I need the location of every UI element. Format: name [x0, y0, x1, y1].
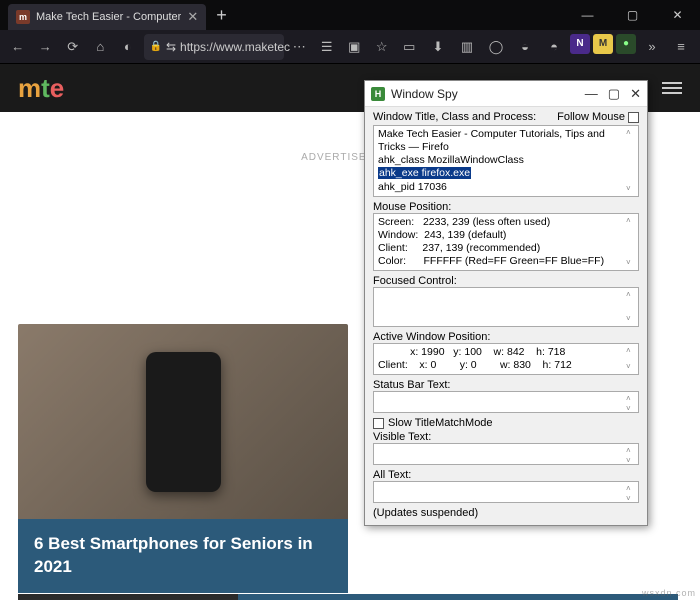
maximize-button[interactable]: ▢: [608, 86, 620, 102]
checkbox-label: Follow Mouse: [557, 111, 625, 123]
scroll-indicator[interactable]: ˄˅: [626, 446, 636, 462]
scroll-indicator[interactable]: ˄˅: [626, 394, 636, 410]
permissions-icon: ⇆: [166, 40, 176, 54]
section-label: Mouse Position:: [373, 201, 639, 213]
menu-icon[interactable]: ≡: [668, 34, 694, 60]
hamburger-icon[interactable]: [662, 82, 682, 94]
browser-titlebar: m Make Tech Easier - Computer ✕ + — ▢ ✕: [0, 0, 700, 30]
pocket-icon[interactable]: ▣: [343, 34, 367, 60]
scroll-indicator[interactable]: ˄˅: [626, 128, 636, 194]
extension-icon[interactable]: ◓: [541, 34, 567, 60]
info-line: Color: FFFFFF (Red=FF Green=FF Blue=FF): [378, 255, 634, 268]
info-line: ahk_class MozillaWindowClass: [378, 154, 634, 167]
logo-e: e: [50, 73, 64, 103]
close-button[interactable]: ✕: [630, 86, 641, 102]
logo-t: t: [41, 73, 50, 103]
section-label: Focused Control:: [373, 275, 639, 287]
status-bar-text-box[interactable]: ˄˅: [373, 391, 639, 413]
dialog-titlebar[interactable]: H Window Spy — ▢ ✕: [365, 81, 647, 107]
tab-favicon: m: [16, 10, 30, 24]
library-icon[interactable]: ▥: [454, 34, 480, 60]
minimize-button[interactable]: —: [585, 86, 598, 102]
browser-tab[interactable]: m Make Tech Easier - Computer ✕: [8, 4, 206, 30]
site-logo[interactable]: mte: [18, 73, 64, 104]
info-line: ahk_exe firefox.exe: [378, 167, 634, 180]
window-spy-dialog: H Window Spy — ▢ ✕ Window Title, Class a…: [364, 80, 648, 526]
close-icon[interactable]: ✕: [187, 9, 198, 25]
forward-icon[interactable]: →: [34, 34, 58, 60]
url-bar[interactable]: 🔒 ⇆ https://www.maketec: [144, 34, 284, 60]
article-title: 6 Best Smartphones for Seniors in 2021: [18, 519, 348, 593]
checkbox-icon[interactable]: [628, 112, 639, 123]
new-tab-button[interactable]: +: [206, 5, 237, 26]
info-line: x: 1990 y: 100 w: 842 h: 718: [378, 346, 634, 359]
info-line: ahk_pid 17036: [378, 181, 634, 194]
window-maximize-button[interactable]: ▢: [610, 0, 655, 30]
back-icon[interactable]: ←: [6, 34, 30, 60]
info-line: Screen: 2233, 239 (less often used): [378, 216, 634, 229]
extension-icon[interactable]: M: [593, 34, 613, 54]
extension-icon[interactable]: ◒: [512, 34, 538, 60]
shield-icon[interactable]: ◐: [116, 34, 140, 60]
logo-m: m: [18, 73, 41, 103]
section-label: Visible Text:: [373, 431, 639, 443]
browser-toolbar: ← → ⟳ ⌂ ◐ 🔒 ⇆ https://www.maketec ⋯ ☰ ▣ …: [0, 30, 700, 64]
focused-control-box[interactable]: ˄˅: [373, 287, 639, 327]
sync-icon[interactable]: ◯: [483, 34, 509, 60]
window-close-button[interactable]: ✕: [655, 0, 700, 30]
download-icon[interactable]: ⬇: [425, 34, 451, 60]
active-window-box[interactable]: x: 1990 y: 100 w: 842 h: 718 Client: x: …: [373, 343, 639, 375]
follow-mouse-checkbox[interactable]: Follow Mouse: [557, 111, 639, 123]
window-info-box[interactable]: Make Tech Easier - Computer Tutorials, T…: [373, 125, 639, 197]
reload-icon[interactable]: ⟳: [61, 34, 85, 60]
extension-icon[interactable]: ●: [616, 34, 636, 54]
watermark: wsxdn.com: [642, 588, 696, 598]
all-text-box[interactable]: ˄˅: [373, 481, 639, 503]
checkbox-icon[interactable]: [373, 418, 384, 429]
scroll-indicator[interactable]: ˄˅: [626, 346, 636, 372]
article-image: [18, 324, 348, 519]
updates-suspended-label: (Updates suspended): [373, 507, 639, 519]
info-line: Client: x: 0 y: 0 w: 830 h: 712: [378, 359, 634, 372]
mouse-position-box[interactable]: Screen: 2233, 239 (less often used) Wind…: [373, 213, 639, 272]
scroll-indicator[interactable]: ˄˅: [626, 216, 636, 269]
slow-title-match-checkbox[interactable]: Slow TitleMatchMode: [373, 417, 639, 429]
extension-icon[interactable]: N: [570, 34, 590, 54]
scroll-indicator[interactable]: ˄˅: [626, 484, 636, 500]
article-title: 10 Best Compression Tools for Linux: [238, 594, 678, 600]
screenshot-icon[interactable]: ▭: [398, 34, 422, 60]
visible-text-box[interactable]: ˄˅: [373, 443, 639, 465]
article-card[interactable]: 6 Best Smartphones for Seniors in 2021: [18, 324, 348, 593]
bookmark-icon[interactable]: ☆: [370, 34, 394, 60]
tab-title: Make Tech Easier - Computer: [36, 11, 181, 23]
article-card[interactable]: 10 Best Compression Tools for Linux: [18, 594, 678, 600]
dialog-title: Window Spy: [391, 87, 458, 101]
app-icon: H: [371, 87, 385, 101]
section-label: Active Window Position:: [373, 331, 639, 343]
article-image: [18, 594, 238, 600]
reader-icon[interactable]: ☰: [315, 34, 339, 60]
section-label: Window Title, Class and Process:: [373, 111, 536, 123]
section-label: Status Bar Text:: [373, 379, 639, 391]
info-line: Client: 237, 139 (recommended): [378, 242, 634, 255]
lock-icon: 🔒: [150, 41, 162, 52]
checkbox-label: Slow TitleMatchMode: [388, 417, 493, 429]
url-text: https://www.maketec: [180, 40, 290, 54]
home-icon[interactable]: ⌂: [89, 34, 113, 60]
info-line: Window: 243, 139 (default): [378, 229, 634, 242]
overflow-icon[interactable]: »: [639, 34, 665, 60]
section-label: All Text:: [373, 469, 639, 481]
meatball-icon[interactable]: ⋯: [288, 34, 312, 60]
window-minimize-button[interactable]: —: [565, 0, 610, 30]
info-line: Make Tech Easier - Computer Tutorials, T…: [378, 128, 634, 154]
scroll-indicator[interactable]: ˄˅: [626, 290, 636, 324]
